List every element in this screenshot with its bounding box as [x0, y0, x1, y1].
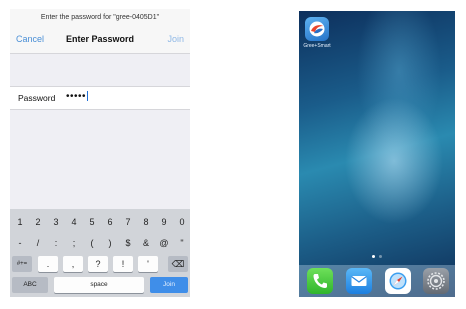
key[interactable]: &: [138, 235, 154, 251]
key[interactable]: ,: [63, 256, 83, 272]
gree-logo-icon: [309, 21, 325, 37]
phone-glyph: [313, 274, 327, 288]
join-key[interactable]: Join: [150, 277, 188, 293]
key[interactable]: 7: [120, 214, 136, 230]
key[interactable]: 6: [102, 214, 118, 230]
keyboard-row-numbers: 1 2 3 4 5 6 7 8 9 0: [10, 214, 190, 234]
app-label: Gree+Smart: [303, 43, 331, 49]
mail-icon[interactable]: [346, 268, 372, 294]
gree-smart-app-icon[interactable]: [305, 17, 329, 41]
key[interactable]: 5: [84, 214, 100, 230]
settings-icon[interactable]: [423, 268, 449, 294]
key[interactable]: -: [12, 235, 28, 251]
navigation-bar: Cancel Enter Password Join: [10, 27, 190, 54]
delete-key[interactable]: ⌫: [168, 256, 188, 272]
page-dot: [379, 255, 382, 258]
key[interactable]: ): [102, 235, 118, 251]
password-screen: Enter the password for "gree-0405D1" Can…: [10, 9, 190, 297]
password-input[interactable]: •••••: [66, 91, 89, 102]
symbols-toggle-key[interactable]: #+=: [12, 256, 32, 272]
key[interactable]: ": [174, 235, 190, 251]
keyboard-row-punctuation: #+= . , ? ! ' ⌫: [10, 256, 190, 276]
key[interactable]: 3: [48, 214, 64, 230]
key[interactable]: ;: [66, 235, 82, 251]
password-value: •••••: [66, 91, 87, 102]
key[interactable]: 9: [156, 214, 172, 230]
key[interactable]: (: [84, 235, 100, 251]
join-button[interactable]: Join: [167, 34, 184, 44]
key[interactable]: ': [138, 256, 158, 272]
key[interactable]: ?: [88, 256, 108, 272]
gear-glyph: [427, 272, 445, 290]
space-key[interactable]: space: [54, 277, 144, 293]
page-indicator: [299, 255, 455, 258]
key[interactable]: $: [120, 235, 136, 251]
keyboard: 1 2 3 4 5 6 7 8 9 0 - / : ; ( ) $ & @ " …: [10, 209, 190, 297]
password-label: Password: [18, 93, 56, 103]
safari-icon[interactable]: [385, 268, 411, 294]
key[interactable]: 8: [138, 214, 154, 230]
key[interactable]: 4: [66, 214, 82, 230]
key[interactable]: 0: [174, 214, 190, 230]
dock: [299, 265, 455, 297]
envelope-glyph: [351, 276, 367, 286]
password-prompt: Enter the password for "gree-0405D1": [10, 9, 190, 27]
key[interactable]: @: [156, 235, 172, 251]
password-field-row[interactable]: Password •••••: [10, 86, 190, 110]
key[interactable]: .: [38, 256, 58, 272]
compass-glyph: [389, 272, 407, 290]
key[interactable]: !: [113, 256, 133, 272]
keyboard-row-bottom: ABC space Join: [10, 277, 190, 297]
key[interactable]: 2: [30, 214, 46, 230]
page-dot-active: [372, 255, 375, 258]
key[interactable]: :: [48, 235, 64, 251]
text-cursor: [87, 91, 89, 102]
keyboard-row-symbols: - / : ; ( ) $ & @ ": [10, 235, 190, 255]
page-title: Enter Password: [65, 34, 135, 44]
abc-key[interactable]: ABC: [12, 277, 48, 293]
home-screen: Gree+Smart: [299, 11, 455, 297]
key[interactable]: 1: [12, 214, 28, 230]
phone-icon[interactable]: [307, 268, 333, 294]
key[interactable]: /: [30, 235, 46, 251]
